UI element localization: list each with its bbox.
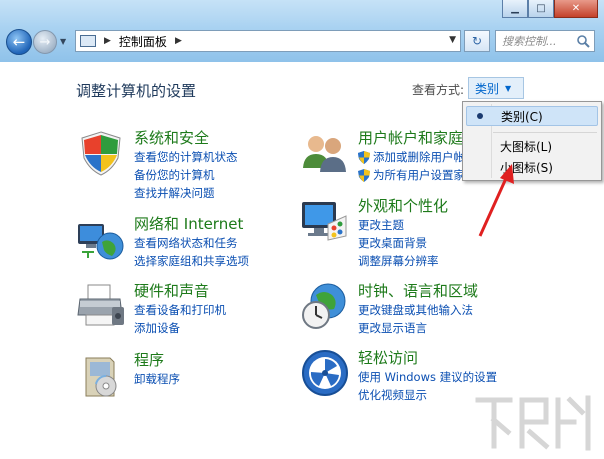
category-link[interactable]: 查看设备和打印机 (134, 301, 226, 319)
printer-icon (77, 284, 124, 326)
search-placeholder: 搜索控制... (502, 35, 557, 48)
category-link[interactable]: 添加设备 (134, 319, 226, 337)
radio-bullet-icon (477, 113, 483, 119)
forward-arrow-icon: → (39, 34, 51, 50)
uac-shield-icon (358, 150, 370, 164)
back-arrow-icon: ← (12, 33, 26, 51)
watermark-logo-icon (475, 395, 591, 451)
view-by-select[interactable]: 类别 ▼ (468, 77, 524, 99)
category-link[interactable]: 查看您的计算机状态 (134, 148, 238, 166)
uac-shield-icon (358, 168, 370, 182)
breadcrumb-chevron-icon[interactable]: ▶ (175, 36, 182, 46)
forward-button[interactable]: → (33, 30, 57, 54)
search-icon[interactable] (576, 34, 590, 48)
menu-item-category[interactable]: 类别(C) (466, 106, 598, 126)
category-link[interactable]: 更改显示语言 (358, 319, 478, 337)
clock-globe-icon (302, 283, 346, 329)
menu-item-label: 类别(C) (501, 109, 543, 124)
category-link[interactable]: 更改键盘或其他输入法 (358, 301, 478, 319)
page-title: 调整计算机的设置 (76, 82, 197, 100)
category-title[interactable]: 网络和 Internet (134, 214, 249, 234)
refresh-icon: ↻ (471, 34, 483, 48)
category-link[interactable]: 卸载程序 (134, 370, 180, 388)
shield-security-icon (81, 131, 121, 176)
recent-pages-dropdown-icon[interactable]: ▼ (60, 37, 66, 46)
menu-separator (493, 132, 597, 133)
programs-box-icon (85, 357, 117, 397)
maximize-button[interactable]: □ (528, 0, 554, 18)
minimize-button[interactable]: ▁ (502, 0, 528, 18)
category-programs: 程序 卸载程序 (76, 350, 180, 400)
category-title[interactable]: 用户帐户和家庭 (358, 128, 465, 148)
category-link[interactable]: 查看网络状态和任务 (134, 234, 249, 252)
category-link[interactable]: 备份您的计算机 (134, 166, 238, 184)
close-button[interactable]: ✕ (554, 0, 598, 18)
category-title[interactable]: 外观和个性化 (358, 196, 448, 216)
network-globe-icon (78, 224, 124, 260)
category-clock-language-region: 时钟、语言和区域 更改键盘或其他输入法 更改显示语言 (300, 281, 478, 337)
menu-item-large-icons[interactable]: 大图标(L) (466, 136, 598, 156)
breadcrumb-control-panel[interactable]: 控制面板 (119, 33, 167, 50)
monitor-palette-icon (302, 202, 347, 241)
breadcrumb-chevron-icon[interactable]: ▶ (104, 36, 111, 46)
search-input[interactable]: 搜索控制... (495, 30, 595, 52)
category-network-internet: 网络和 Internet 查看网络状态和任务 选择家庭组和共享选项 (76, 214, 249, 270)
view-by-value: 类别 (475, 81, 500, 96)
category-link[interactable]: 更改桌面背景 (358, 234, 448, 252)
category-appearance: 外观和个性化 更改主题 更改桌面背景 调整屏幕分辨率 (300, 196, 448, 270)
category-link[interactable]: 更改主题 (358, 216, 448, 234)
refresh-button[interactable]: ↻ (464, 30, 490, 52)
annotation-arrow-icon (478, 164, 514, 237)
category-link-label: 为所有用户设置家 (373, 168, 465, 182)
ease-of-access-icon (302, 350, 348, 396)
category-title[interactable]: 程序 (134, 350, 180, 370)
users-icon (303, 136, 346, 172)
category-link[interactable]: 使用 Windows 建议的设置 (358, 368, 497, 386)
window-controls: ▁ □ ✕ (502, 0, 598, 18)
view-by-label: 查看方式: (412, 83, 465, 97)
category-link-label: 添加或删除用户帐 (373, 150, 465, 164)
category-link[interactable]: 调整屏幕分辨率 (358, 252, 448, 270)
address-dropdown-icon[interactable]: ▼ (449, 35, 456, 45)
category-link[interactable]: 查找并解决问题 (134, 184, 238, 202)
window-chrome: ▁ □ ✕ ← → ▼ ▶ 控制面板 ▶ ▼ ↻ 搜索控制... (0, 0, 604, 62)
category-title[interactable]: 轻松访问 (358, 348, 497, 368)
category-link[interactable]: 为所有用户设置家 (358, 166, 465, 184)
category-ease-of-access: 轻松访问 使用 Windows 建议的设置 优化视频显示 (300, 348, 497, 404)
back-button[interactable]: ← (6, 29, 32, 55)
menu-item-label: 大图标(L) (500, 139, 553, 154)
category-hardware-sound: 硬件和声音 查看设备和打印机 添加设备 (76, 281, 226, 337)
address-bar[interactable]: ▶ 控制面板 ▶ ▼ (75, 30, 461, 52)
chevron-down-icon: ▼ (505, 83, 512, 93)
control-panel-icon (80, 35, 96, 47)
category-title[interactable]: 硬件和声音 (134, 281, 226, 301)
category-system-security: 系统和安全 查看您的计算机状态 备份您的计算机 查找并解决问题 (76, 128, 238, 202)
category-user-accounts: 用户帐户和家庭 添加或删除用户帐 为所有用户设置家 (300, 128, 465, 184)
category-link[interactable]: 添加或删除用户帐 (358, 148, 465, 166)
category-title[interactable]: 系统和安全 (134, 128, 238, 148)
category-link[interactable]: 选择家庭组和共享选项 (134, 252, 249, 270)
category-title[interactable]: 时钟、语言和区域 (358, 281, 478, 301)
